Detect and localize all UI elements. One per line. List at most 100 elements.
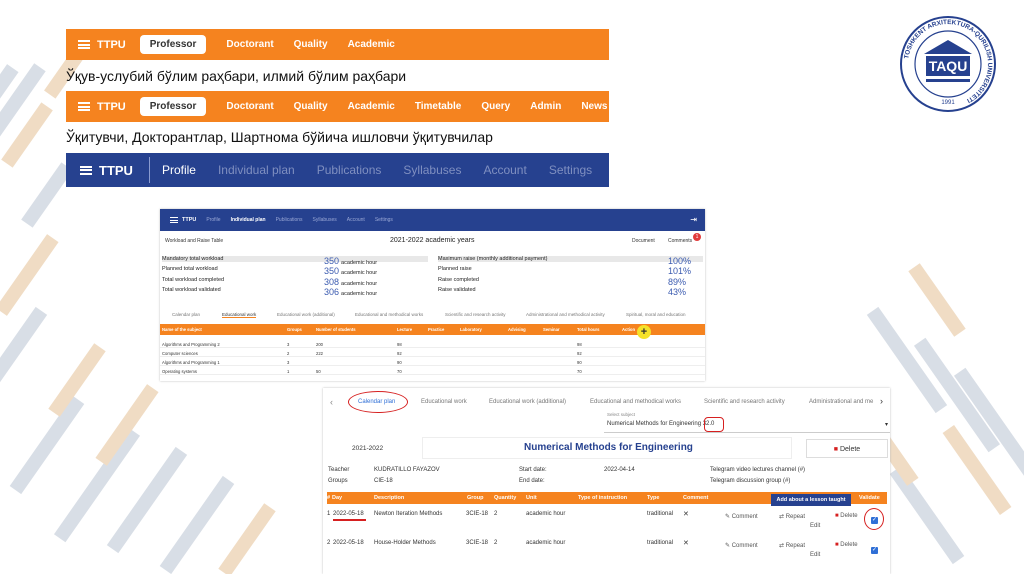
brand[interactable]: TTPU (78, 101, 126, 113)
repeat-button[interactable]: ⇄ Repeat (779, 542, 805, 549)
repeat-button[interactable]: ⇄ Repeat (779, 513, 805, 520)
chevron-down-icon: ▾ (884, 422, 888, 428)
table-row: Operating systems 1 50 70 70 (160, 367, 705, 375)
nav-admin[interactable]: Admin (530, 101, 561, 112)
role-nav-bar-1: TTPU Professor Doctorant Quality Academi… (66, 29, 609, 60)
validate-checkbox[interactable]: ✓ (871, 547, 878, 554)
brand[interactable]: TTPU (170, 217, 196, 223)
tab-prev-icon[interactable]: ‹ (330, 397, 333, 407)
tab-educational-work[interactable]: Educational work (421, 399, 467, 405)
hamburger-menu-icon[interactable] (80, 165, 92, 175)
nav-publications[interactable]: Publications (317, 163, 382, 177)
stat-row: Planned total workload 350 academic hour (162, 266, 378, 276)
nav-quality[interactable]: Quality (294, 101, 328, 112)
row-unit: academic hour (526, 540, 566, 546)
year-label: 2021-2022 (352, 445, 384, 452)
tab-educational-work[interactable]: Educational work (222, 312, 257, 318)
groups-value: CIE-18 (374, 478, 393, 484)
trash-icon: ■ (835, 513, 839, 519)
telegram-channel-link[interactable]: Telegram video lectures channel (#) (710, 467, 805, 473)
delete-button[interactable]: ■ Delete (835, 542, 858, 548)
row-type: traditional (647, 540, 674, 546)
nav-query[interactable]: Query (481, 101, 510, 112)
row-group: 3CIE-18 (466, 540, 489, 546)
nav-quality[interactable]: Quality (294, 39, 328, 50)
nav-professor[interactable]: Professor (139, 35, 207, 54)
tab-calendar-plan[interactable]: Calendar plan (172, 312, 200, 317)
tab-spiritual[interactable]: Spiritual, moral and education (626, 312, 686, 317)
tab-educational-additional[interactable]: Educational work (additional) (277, 312, 335, 317)
table-row: Algorithms and Programming 2 3 200 98 98 (160, 340, 705, 348)
brand[interactable]: TTPU (78, 39, 126, 51)
teacher-value: KUDRATILLO FAYAZOV (374, 467, 440, 473)
nav-timetable[interactable]: Timetable (415, 101, 462, 112)
comments-badge: 1 (693, 233, 701, 241)
row-comment: ✕ (683, 540, 689, 547)
nav-profile[interactable]: Profile (162, 163, 196, 177)
table-row: Computer sciences 2 222 92 92 (160, 349, 705, 357)
workload-table-header: Name of the subject Groups Number of stu… (160, 324, 705, 335)
edit-button[interactable]: Edit (810, 523, 820, 529)
row-quantity: 2 (494, 540, 498, 546)
brand[interactable]: TTPU (80, 163, 133, 178)
divider (148, 157, 150, 183)
tab-scientific[interactable]: Scientific and research activity (445, 312, 506, 317)
delete-button[interactable]: ■ Delete (835, 513, 858, 519)
telegram-group-link[interactable]: Telegram discussion group (#) (710, 478, 790, 484)
nav-professor[interactable]: Professor (139, 97, 207, 116)
role-nav-bar-2: TTPU Professor Doctorant Quality Academi… (66, 91, 609, 122)
nav-academic[interactable]: Academic (348, 39, 395, 50)
hamburger-menu-icon[interactable] (78, 40, 90, 49)
nav-doctorant[interactable]: Doctorant (226, 39, 273, 50)
nav-account[interactable]: Account (347, 217, 365, 223)
nav-individual-plan[interactable]: Individual plan (231, 217, 266, 223)
row-day: 2022-05-18 (333, 511, 364, 517)
row-number: 2 (327, 540, 331, 546)
nav-syllabuses[interactable]: Syllabuses (313, 217, 337, 223)
add-icon[interactable]: + (637, 325, 651, 339)
raise-row: Raise completed 89% (438, 277, 687, 287)
document-button[interactable]: Document (632, 238, 655, 244)
tab-administrational[interactable]: Administrational and methodical activity (526, 312, 605, 317)
nav-syllabuses[interactable]: Syllabuses (403, 163, 461, 177)
tab-methodical-works[interactable]: Educational and methodical works (355, 312, 423, 317)
caption-1: Ўқув-услубий бўлим раҳбари, илмий бўлим … (66, 68, 407, 84)
row-day: 2022-05-18 (333, 540, 364, 546)
add-lesson-button[interactable]: Add about a lesson taught (771, 494, 851, 506)
comment-button[interactable]: ✎ Comment (725, 513, 758, 520)
nav-doctorant[interactable]: Doctorant (226, 101, 273, 112)
nav-news[interactable]: News (581, 101, 607, 112)
stat-row: Total workload validated 306 academic hour (162, 287, 378, 297)
start-value: 2022-04-14 (604, 467, 635, 473)
tab-educational-additional[interactable]: Educational work (additional) (489, 399, 566, 405)
edit-button[interactable]: Edit (810, 552, 820, 558)
trash-icon: ■ (833, 446, 839, 453)
row-quantity: 2 (494, 511, 498, 517)
comments-button[interactable]: Comments (668, 238, 692, 244)
nav-profile[interactable]: Profile (206, 217, 220, 223)
nav-account[interactable]: Account (483, 163, 526, 177)
nav-settings[interactable]: Settings (375, 217, 393, 223)
nav-publications[interactable]: Publications (276, 217, 303, 223)
tab-administrational[interactable]: Administrational and me (809, 399, 873, 405)
tab-scientific[interactable]: Scientific and research activity (704, 399, 785, 405)
teacher-nav-bar: TTPU Profile Individual plan Publication… (66, 153, 609, 187)
nav-individual-plan[interactable]: Individual plan (218, 163, 295, 177)
course-title: Numerical Methods for Engineering (524, 442, 693, 453)
tab-next-icon[interactable]: › (880, 396, 883, 406)
shot1-nav-bar: TTPU Profile Individual plan Publication… (160, 209, 705, 231)
nav-settings[interactable]: Settings (549, 163, 592, 177)
select-value: Numerical Methods for Engineering 32.0 (607, 421, 715, 427)
row-description: House-Holder Methods (374, 540, 436, 546)
tab-methodical-works[interactable]: Educational and methodical works (590, 399, 681, 405)
subject-select[interactable]: Select subject Numerical Methods for Eng… (604, 412, 890, 433)
row-number: 1 (327, 511, 331, 517)
delete-course-button[interactable]: ■ Delete (806, 439, 888, 458)
logout-icon[interactable]: ⇥ (690, 215, 697, 224)
nav-academic[interactable]: Academic (348, 101, 395, 112)
hamburger-menu-icon[interactable] (170, 217, 178, 223)
svg-text:TAQU: TAQU (929, 58, 968, 74)
hamburger-menu-icon[interactable] (78, 102, 90, 111)
annotation-underline (333, 519, 366, 521)
comment-button[interactable]: ✎ Comment (725, 542, 758, 549)
